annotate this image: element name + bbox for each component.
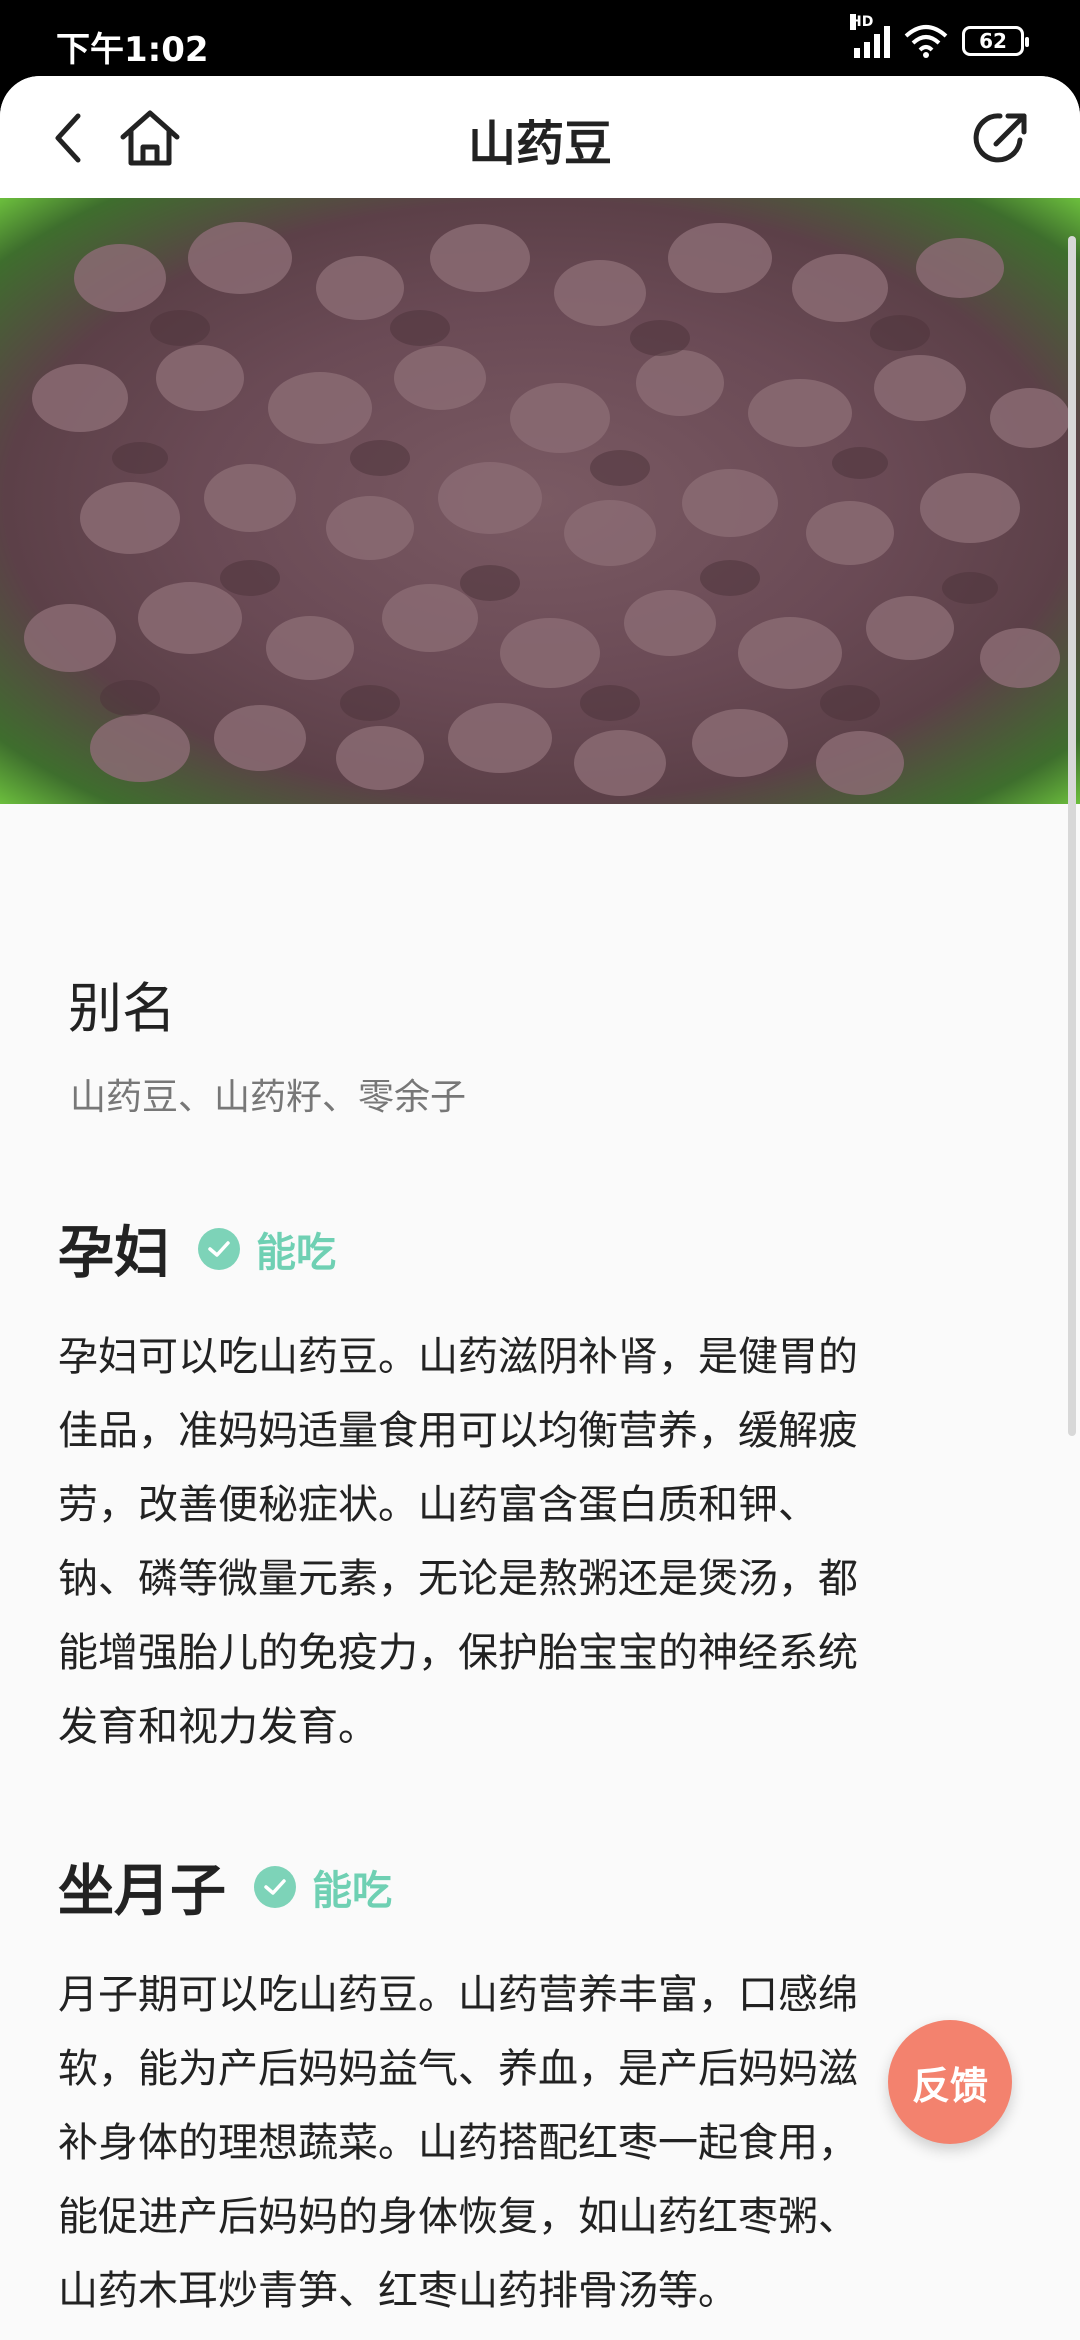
section-postpartum-header: 坐月子 能吃 <box>58 1846 392 1927</box>
text-line: 钠、磷等微量元素，无论是熬粥还是煲汤，都 <box>58 1556 858 1602</box>
section-pregnant-header: 孕妇 能吃 <box>58 1208 336 1289</box>
battery-icon: 62 <box>962 26 1029 56</box>
edible-badge: 能吃 <box>198 1220 336 1278</box>
text-line: 劳，改善便秘症状。山药富含蛋白质和钾、 <box>58 1482 818 1528</box>
status-bar: 下午1:02 HD 62 <box>0 0 1080 80</box>
food-photo <box>0 198 1080 804</box>
text-line: 软，能为产后妈妈益气、养血，是产后妈妈滋 <box>58 2046 858 2092</box>
text-line: 能促进产后妈妈的身体恢复，如山药红枣粥、 <box>58 2194 858 2240</box>
text-line: 补身体的理想蔬菜。山药搭配红枣一起食用， <box>58 2120 858 2166</box>
text-line: 佳品，准妈妈适量食用可以均衡营养，缓解疲 <box>58 1408 858 1454</box>
alias-text: 山药豆、山药籽、零余子 <box>70 1077 467 1118</box>
text-line: 孕妇可以吃山药豆。山药滋阴补肾，是健胃的 <box>58 1334 858 1380</box>
top-nav-bar: 山药豆 <box>0 76 1080 198</box>
edible-badge: 能吃 <box>254 1858 392 1916</box>
network-type-label: HD <box>850 14 874 30</box>
check-circle-icon <box>254 1865 296 1908</box>
battery-level: 62 <box>979 29 1007 53</box>
section-heading: 孕妇 <box>58 1221 170 1286</box>
text-line: 月子期可以吃山药豆。山药营养丰富，口感绵 <box>58 1972 858 2018</box>
share-icon <box>973 113 1027 163</box>
text-line: 发育和视力发育。 <box>58 1704 378 1750</box>
page-title: 山药豆 <box>467 116 612 172</box>
badge-label: 能吃 <box>256 1229 336 1276</box>
scrollbar[interactable] <box>1068 236 1076 1436</box>
alias-title: 别名 <box>68 977 176 1040</box>
text-line: 能增强胎儿的免疫力，保护胎宝宝的神经系统 <box>58 1630 858 1676</box>
check-circle-icon <box>198 1227 240 1270</box>
share-button[interactable] <box>970 106 1034 170</box>
section-heading: 坐月子 <box>58 1859 226 1924</box>
cellular-signal-icon: HD <box>850 14 890 58</box>
text-line: 山药木耳炒青笋、红枣山药排骨汤等。 <box>58 2268 738 2314</box>
badge-label: 能吃 <box>312 1867 392 1914</box>
section-postpartum-text: 月子期可以吃山药豆。山药营养丰富，口感绵 软，能为产后妈妈益气、养血，是产后妈妈… <box>58 1958 988 2328</box>
section-pregnant-text: 孕妇可以吃山药豆。山药滋阴补肾，是健胃的 佳品，准妈妈适量食用可以均衡营养，缓解… <box>58 1320 988 1764</box>
status-icons: HD 62 <box>850 14 1029 58</box>
app-screen: 山药豆 别名 山药豆、山药籽、零余子 孕妇 能吃 孕妇可以吃山药豆。山药滋阴补肾… <box>0 76 1080 2340</box>
feedback-button[interactable]: 反馈 <box>888 2020 1012 2144</box>
wifi-icon <box>904 25 948 58</box>
status-time: 下午1:02 <box>56 30 209 70</box>
